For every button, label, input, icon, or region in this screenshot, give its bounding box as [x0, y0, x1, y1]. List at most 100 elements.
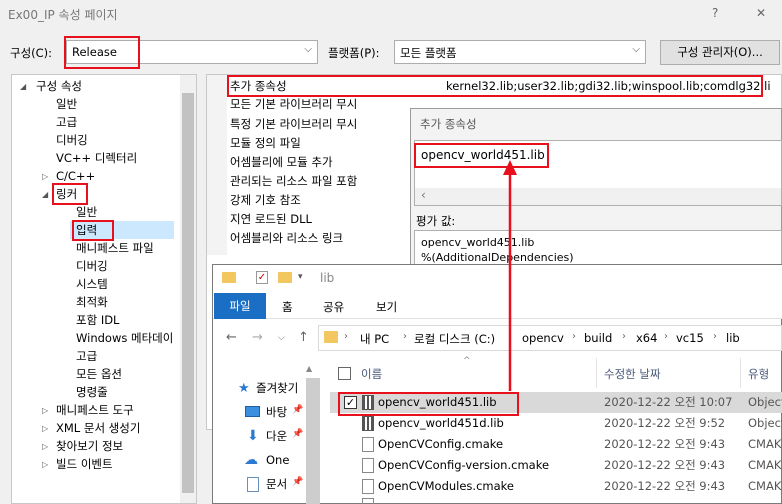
- tree-item-advanced[interactable]: 고급: [56, 113, 77, 131]
- file-row[interactable]: OpenCVModules.cmake 2020-12-22 오전 9:43 C…: [330, 476, 782, 497]
- prop-name-ignore-specific[interactable]: 특정 기본 라이브러리 무시: [230, 114, 357, 134]
- pin-icon: 📌: [292, 477, 304, 487]
- prop-name-ignore-all-default[interactable]: 모든 기본 라이브러리 무시: [230, 94, 357, 114]
- up-arrow-icon[interactable]: ↑: [298, 330, 309, 345]
- breadcrumb-lib[interactable]: lib: [726, 331, 740, 345]
- file-row[interactable]: opencv_world451d.lib 2020-12-22 오전 9:52 …: [330, 413, 782, 434]
- download-icon: ⬇: [247, 428, 259, 444]
- prop-name-add-module[interactable]: 어셈블리에 모듈 추가: [230, 152, 333, 172]
- header-checkbox[interactable]: [338, 367, 351, 380]
- platform-select-value: 모든 플랫폼: [400, 46, 457, 60]
- nav-quick-access[interactable]: 즐겨찾기: [256, 377, 306, 399]
- tree-item-embedded-idl[interactable]: 포함 IDL: [76, 311, 119, 329]
- folder-icon[interactable]: [278, 272, 292, 283]
- column-header-type[interactable]: 유형: [748, 366, 769, 382]
- tree-scrollbar[interactable]: [180, 75, 196, 503]
- tree-item-command-line[interactable]: 명령줄: [76, 383, 108, 401]
- platform-select[interactable]: 모든 플랫폼 ⌵: [394, 40, 646, 64]
- expand-triangle-icon[interactable]: ▷: [42, 460, 48, 469]
- tree-item-windows-metadata[interactable]: Windows 메타데이: [76, 329, 178, 347]
- column-header-date[interactable]: 수정한 날짜: [604, 366, 661, 382]
- tree-item-manifest-tool[interactable]: 매니페스트 도구: [56, 401, 134, 419]
- nav-onedrive[interactable]: One: [266, 449, 289, 471]
- nav-downloads[interactable]: 다운: [266, 425, 287, 447]
- prop-name-delay-load-dll[interactable]: 지연 로드된 DLL: [230, 209, 312, 229]
- expand-triangle-icon[interactable]: ▷: [42, 424, 48, 433]
- prop-name-module-def[interactable]: 모듈 정의 파일: [230, 133, 301, 153]
- nav-scrollbar-thumb[interactable]: [306, 378, 320, 504]
- breadcrumb-sep: ›: [622, 331, 626, 342]
- expand-triangle-icon[interactable]: ▷: [42, 172, 48, 181]
- forward-arrow-icon[interactable]: →: [252, 330, 263, 345]
- tree-scroll-thumb[interactable]: [182, 93, 194, 493]
- breadcrumb-this-pc[interactable]: 내 PC: [360, 331, 389, 347]
- prop-name-assembly-link[interactable]: 어셈블리와 리소스 링크: [230, 228, 343, 248]
- nav-documents[interactable]: 문서: [266, 473, 287, 495]
- column-header-name[interactable]: 이름: [361, 366, 382, 382]
- annotation-arrow: [503, 160, 517, 391]
- cloud-icon: ☁: [244, 452, 258, 468]
- pin-icon: 📌: [292, 405, 304, 415]
- tree-item-system[interactable]: 시스템: [76, 275, 108, 293]
- eval-label: 평가 값:: [416, 214, 456, 228]
- chevron-down-icon: ⌵: [304, 44, 312, 55]
- tree-item-config-props[interactable]: 구성 속성: [36, 77, 82, 95]
- tree-item-general[interactable]: 일반: [56, 95, 77, 113]
- close-button[interactable]: ✕: [756, 6, 766, 20]
- tab-share[interactable]: 공유: [323, 299, 344, 315]
- folder-icon: [222, 272, 236, 283]
- breadcrumb-x64[interactable]: x64: [636, 331, 657, 345]
- tree-item-vc-dirs[interactable]: VC++ 디렉터리: [56, 149, 137, 167]
- nav-desktop[interactable]: 바탕: [266, 401, 287, 423]
- scroll-left-icon[interactable]: ‹: [421, 188, 426, 202]
- input-highlight: [72, 220, 114, 241]
- config-manager-button[interactable]: 구성 관리자(O)...: [660, 40, 780, 65]
- tree-item-optimization[interactable]: 최적화: [76, 293, 108, 311]
- file-row[interactable]: OpenCVConfig-version.cmake 2020-12-22 오전…: [330, 455, 782, 476]
- expand-triangle-icon[interactable]: ▷: [42, 442, 48, 451]
- column-divider: [596, 358, 597, 388]
- collapse-triangle-icon[interactable]: ◢: [20, 82, 26, 91]
- breadcrumb-sep: ›: [403, 331, 407, 342]
- recent-dropdown-icon[interactable]: ⌵: [278, 333, 285, 343]
- chevron-down-icon: ⌵: [632, 44, 640, 55]
- document-icon: [247, 477, 259, 492]
- tree-item-all-options[interactable]: 모든 옵션: [76, 365, 122, 383]
- tab-home[interactable]: 홈: [282, 299, 293, 315]
- window-title: Ex00_IP 속성 페이지: [8, 8, 118, 22]
- breadcrumb-opencv[interactable]: opencv: [522, 331, 564, 345]
- file-row[interactable]: OpenCVConfig.cmake 2020-12-22 오전 9:43 CM…: [330, 434, 782, 455]
- expand-triangle-icon[interactable]: ▷: [42, 406, 48, 415]
- tab-view[interactable]: 보기: [376, 299, 397, 315]
- sort-up-icon: ^: [463, 356, 471, 366]
- checkmark-icon[interactable]: ✓: [256, 271, 268, 284]
- tree-item-xml-doc[interactable]: XML 문서 생성기: [56, 419, 140, 437]
- column-divider: [740, 358, 741, 388]
- breadcrumb-vc15[interactable]: vc15: [676, 331, 704, 345]
- dropdown-arrow-icon[interactable]: ▾: [298, 272, 303, 282]
- config-highlight: [64, 36, 140, 69]
- tree-item-build-events[interactable]: 빌드 이벤트: [56, 455, 113, 473]
- prop-name-managed-resource[interactable]: 관리되는 리소스 파일 포함: [230, 171, 357, 191]
- breadcrumb-local-disk[interactable]: 로컬 디스크 (C:): [414, 331, 495, 347]
- grid-gutter: [207, 75, 227, 255]
- tree-item-linker-general[interactable]: 일반: [76, 203, 97, 221]
- tab-file[interactable]: 파일: [214, 293, 266, 319]
- tree-item-debugging[interactable]: 디버깅: [56, 131, 88, 149]
- breadcrumb-build[interactable]: build: [584, 331, 612, 345]
- linker-highlight: [52, 183, 88, 205]
- breadcrumb-sep: ›: [344, 331, 348, 342]
- deps-hscroll[interactable]: ‹: [415, 188, 781, 205]
- tab-file-label: 파일: [229, 299, 251, 313]
- help-button[interactable]: ?: [712, 6, 718, 20]
- tree-item-manifest-file[interactable]: 매니페스트 파일: [76, 239, 154, 257]
- platform-label: 플랫폼(P):: [328, 46, 380, 60]
- nav-scroll-up-icon[interactable]: ▲: [306, 364, 312, 373]
- config-manager-label: 구성 관리자(O)...: [677, 45, 763, 59]
- tree-item-browse-info[interactable]: 찾아보기 정보: [56, 437, 123, 455]
- tree-item-linker-advanced[interactable]: 고급: [76, 347, 97, 365]
- tree-item-linker-debugging[interactable]: 디버깅: [76, 257, 108, 275]
- back-arrow-icon[interactable]: ←: [226, 330, 237, 345]
- prop-name-force-symbol[interactable]: 강제 기호 참조: [230, 190, 301, 210]
- collapse-triangle-icon[interactable]: ◢: [42, 190, 48, 199]
